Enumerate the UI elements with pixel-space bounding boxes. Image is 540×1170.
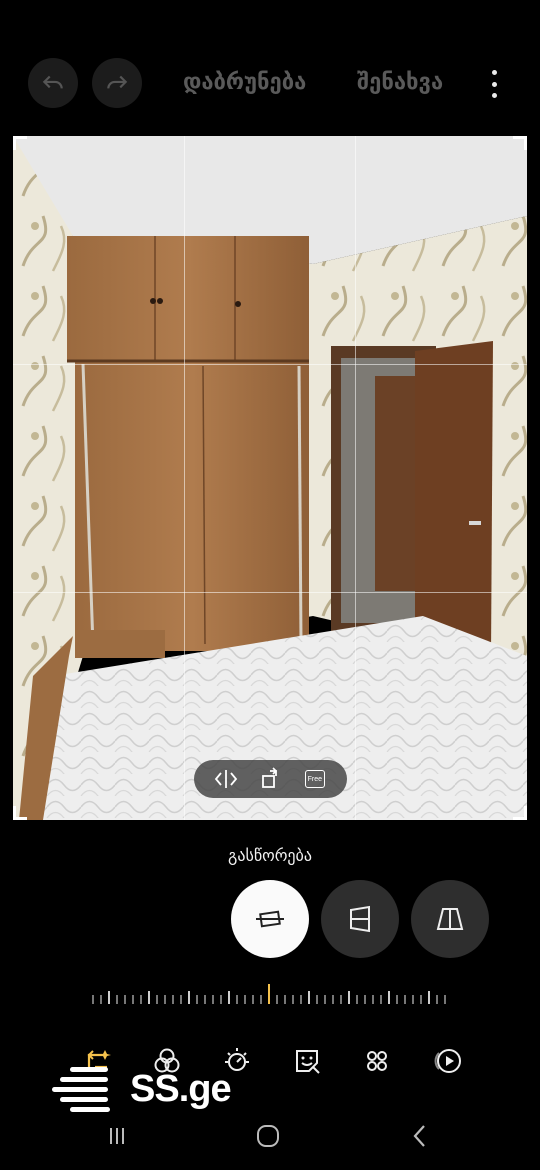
sticker-tool[interactable] [286,1040,328,1082]
horizontal-perspective-icon [436,908,464,930]
flip-button[interactable] [211,764,241,794]
dial-tick [308,991,310,1004]
bedroom-photo [13,136,527,820]
revert-button[interactable]: დაბრუნება [183,70,306,95]
dial-tick [268,984,270,1004]
dial-tick [252,995,254,1004]
home-button[interactable] [248,1120,288,1152]
vertical-perspective-button[interactable] [321,880,399,958]
system-navbar [0,1112,540,1162]
video-tool[interactable] [426,1040,468,1082]
dial-tick [108,991,110,1004]
dial-tick [412,995,414,1004]
dial-tick [324,995,326,1004]
watermark-text: SS.ge [130,1067,232,1110]
dial-tick [236,995,238,1004]
grid-line [13,364,527,365]
dial-tick [380,995,382,1004]
rotate-button[interactable] [255,764,285,794]
grid-line [184,136,185,820]
dial-tick [140,995,142,1004]
dial-tick [428,991,430,1004]
crop-handle-bottom-left[interactable] [13,806,27,820]
flip-horizontal-icon [214,770,238,788]
more-tools-icon [367,1051,387,1071]
dial-tick [92,995,94,1004]
crop-handle-top-left[interactable] [13,136,27,150]
dial-tick [132,995,134,1004]
dial-tick [260,995,262,1004]
straighten-icon [256,910,284,928]
dial-tick [100,995,102,1004]
undo-icon [42,75,63,89]
video-icon [434,1049,461,1073]
dial-tick [444,995,446,1004]
dial-tick [212,995,214,1004]
rotate-icon [262,767,278,788]
recents-button[interactable] [97,1120,137,1152]
more-tools[interactable] [356,1040,398,1082]
dial-tick [228,991,230,1004]
aspect-ratio-button[interactable]: Free [300,764,330,794]
dial-tick [196,995,198,1004]
dial-tick [396,995,398,1004]
dial-tick [300,995,302,1004]
horizontal-perspective-button[interactable] [411,880,489,958]
dial-tick [340,995,342,1004]
dial-tick [164,995,166,1004]
dial-tick [204,995,206,1004]
top-bar: დაბრუნება შენახვა [0,56,540,112]
watermark-logo-icon [52,1063,116,1115]
dial-tick [332,995,334,1004]
crop-options-pill: Free [194,760,347,798]
grid-line [355,136,356,820]
redo-icon [107,75,128,89]
grid-line [13,592,527,593]
dial-tick [276,995,278,1004]
back-button[interactable] [400,1120,440,1152]
straighten-dial[interactable] [90,984,450,1004]
free-ratio-label: Free [304,770,325,788]
dial-tick [116,995,118,1004]
back-icon [413,1125,425,1147]
dial-tick [348,991,350,1004]
dial-tick [388,991,390,1004]
undo-button[interactable] [28,58,78,108]
dial-tick [404,995,406,1004]
redo-button[interactable] [92,58,142,108]
dial-tick [292,995,294,1004]
dial-tick [316,995,318,1004]
dial-tick [420,995,422,1004]
recents-icon [110,1128,124,1144]
dial-tick [244,995,246,1004]
dial-tick [180,995,182,1004]
more-options-icon[interactable] [484,70,504,98]
dial-tick [156,995,158,1004]
crop-handle-bottom-right[interactable] [513,806,527,820]
dial-tick [172,995,174,1004]
save-button[interactable]: შენახვა [357,70,443,95]
dial-tick [436,995,438,1004]
dial-tick [356,995,358,1004]
home-icon [257,1125,279,1147]
dial-tick [364,995,366,1004]
dial-tick [188,991,190,1004]
dial-tick [220,995,222,1004]
mode-label: გასწორება [228,846,312,865]
vertical-perspective-icon [350,905,370,933]
photo-canvas[interactable] [13,136,527,820]
dial-tick [148,991,150,1004]
dial-tick [372,995,374,1004]
dial-tick [124,995,126,1004]
dial-tick [284,995,286,1004]
straighten-button[interactable] [231,880,309,958]
sticker-icon [296,1050,320,1074]
ss-ge-watermark: SS.ge [52,1058,232,1120]
crop-handle-top-right[interactable] [513,136,527,150]
